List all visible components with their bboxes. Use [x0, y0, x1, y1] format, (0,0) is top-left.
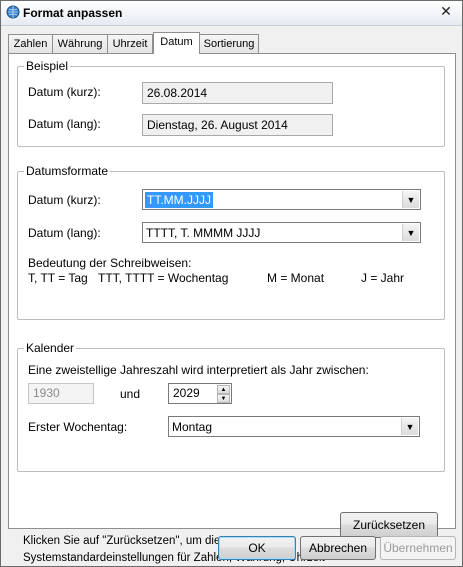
legend-title: Bedeutung der Schreibweisen:: [28, 256, 192, 270]
example-long-value: Dienstag, 26. August 2014: [142, 114, 333, 136]
group-kalender-title: Kalender: [24, 341, 77, 355]
tab-zahlen[interactable]: Zahlen: [8, 34, 53, 53]
example-short-value: 26.08.2014: [142, 82, 333, 104]
globe-clock-icon: [6, 5, 20, 19]
format-short-value[interactable]: TT.MM.JJJJ: [145, 192, 213, 208]
legend-day: T, TT = Tag: [28, 271, 88, 285]
tab-uhrzeit[interactable]: Uhrzeit: [107, 34, 153, 53]
format-long-label: Datum (lang):: [28, 226, 101, 240]
close-button[interactable]: ✕: [438, 3, 454, 19]
spin-up-icon[interactable]: ▲: [217, 385, 230, 394]
first-weekday-combo[interactable]: Montag ▼: [168, 416, 420, 437]
group-beispiel: Beispiel Datum (kurz): 26.08.2014 Datum …: [17, 59, 445, 147]
legend-year: J = Jahr: [361, 271, 405, 285]
first-weekday-value[interactable]: Montag: [172, 419, 212, 435]
year-to-value[interactable]: 2029: [173, 386, 200, 400]
apply-button[interactable]: Übernehmen: [380, 536, 456, 560]
group-beispiel-title: Beispiel: [24, 59, 71, 73]
tab-page-datum: Beispiel Datum (kurz): 26.08.2014 Datum …: [8, 53, 456, 564]
year-to-spinner[interactable]: 2029 ▲ ▼: [168, 383, 232, 404]
ok-button[interactable]: OK: [218, 536, 296, 560]
two-digit-year-description: Eine zweistellige Jahreszahl wird interp…: [28, 363, 369, 377]
dialog-client: Zahlen Währung Uhrzeit Datum Sortierung …: [2, 26, 461, 564]
first-weekday-label: Erster Wochentag:: [28, 420, 128, 434]
format-dialog: Format anpassen ✕ Zahlen Währung Uhrzeit…: [0, 0, 463, 567]
and-label: und: [120, 387, 141, 401]
legend-month: M = Monat: [267, 271, 325, 285]
year-from-field: 1930: [28, 383, 94, 404]
format-long-value[interactable]: TTTT, T. MMMM JJJJ: [146, 225, 260, 241]
group-kalender: Kalender Eine zweistellige Jahreszahl wi…: [17, 341, 445, 472]
group-datumsformate: Datumsformate Datum (kurz): TT.MM.JJJJ ▼…: [17, 164, 445, 320]
tab-datum[interactable]: Datum: [153, 32, 200, 54]
title-bar[interactable]: Format anpassen ✕: [1, 1, 462, 26]
chevron-down-icon[interactable]: ▼: [401, 418, 418, 435]
tab-sortierung[interactable]: Sortierung: [199, 34, 259, 53]
format-long-combo[interactable]: TTTT, T. MMMM JJJJ ▼: [142, 222, 421, 243]
format-short-combo[interactable]: TT.MM.JJJJ ▼: [142, 189, 421, 210]
legend-weekday: TTT, TTTT = Wochentag: [98, 271, 229, 285]
example-short-label: Datum (kurz):: [28, 85, 101, 99]
group-datumsformate-title: Datumsformate: [24, 164, 111, 178]
tab-waehrung[interactable]: Währung: [52, 34, 108, 53]
example-long-label: Datum (lang):: [28, 117, 101, 131]
cancel-button[interactable]: Abbrechen: [300, 536, 376, 560]
window-title: Format anpassen: [23, 6, 123, 20]
chevron-down-icon[interactable]: ▼: [402, 224, 419, 241]
reset-button[interactable]: Zurücksetzen: [340, 512, 438, 538]
chevron-down-icon[interactable]: ▼: [402, 191, 419, 208]
format-short-label: Datum (kurz):: [28, 193, 101, 207]
spin-down-icon[interactable]: ▼: [217, 394, 230, 403]
